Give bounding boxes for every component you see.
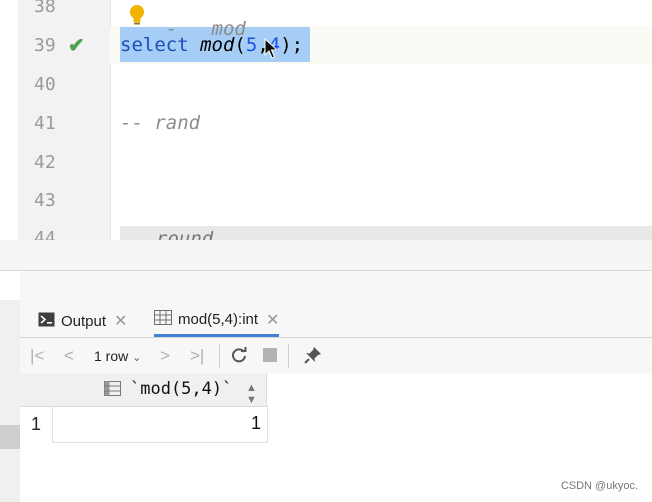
code-line-comment: -- rand bbox=[120, 112, 201, 134]
tool-window-strip-marker[interactable] bbox=[0, 425, 20, 449]
code-line-comment: round bbox=[156, 228, 214, 240]
toolbar-separator bbox=[219, 344, 220, 368]
column-icon bbox=[104, 381, 121, 401]
console-icon bbox=[38, 312, 55, 331]
row-number: 1 bbox=[30, 413, 41, 434]
table-icon bbox=[154, 310, 172, 329]
next-page-icon[interactable]: > bbox=[160, 346, 170, 366]
watermark: CSDN @ukyoc. bbox=[560, 480, 638, 492]
lightbulb-icon[interactable] bbox=[128, 4, 146, 26]
gutter-line: 43 bbox=[34, 190, 56, 211]
toolbar-separator bbox=[288, 344, 289, 368]
row-count-dropdown[interactable]: 1 row ⌄ bbox=[94, 348, 141, 364]
results-tabbar: Output ✕ mod(5,4):int ✕ bbox=[20, 305, 652, 338]
chevron-down-icon: ⌄ bbox=[132, 352, 142, 364]
gutter-line: 44 bbox=[34, 228, 56, 240]
column-header[interactable]: `mod(5,4)` ▲ ▼ bbox=[52, 374, 267, 407]
tab-result-mod[interactable]: mod(5,4):int ✕ bbox=[154, 305, 280, 337]
sort-icon[interactable]: ▲ ▼ bbox=[246, 382, 257, 406]
tab-output[interactable]: Output ✕ bbox=[38, 305, 127, 337]
table-cell[interactable]: 1 bbox=[52, 406, 268, 443]
gutter-line: 40 bbox=[34, 74, 56, 95]
code-editor[interactable]: 38 39 ✔ 40 41 42 43 44 - mod select mod(… bbox=[0, 0, 652, 240]
line-gutter: 38 39 ✔ 40 41 42 43 44 bbox=[18, 0, 111, 240]
close-icon[interactable]: ✕ bbox=[114, 311, 127, 331]
previous-page-icon[interactable]: < bbox=[64, 346, 74, 366]
checkmark-icon: ✔ bbox=[68, 35, 85, 57]
gutter-line-current: 39 ✔ bbox=[34, 35, 85, 57]
tool-window-strip bbox=[0, 300, 21, 502]
gutter-line: 41 bbox=[34, 113, 56, 134]
pin-icon[interactable] bbox=[304, 346, 322, 369]
mouse-cursor-icon bbox=[264, 38, 278, 59]
gutter-line: 38 bbox=[34, 0, 56, 17]
panel-splitter[interactable] bbox=[0, 240, 652, 271]
row-number-header bbox=[20, 374, 52, 407]
refresh-icon[interactable] bbox=[230, 346, 248, 369]
results-panel: Output ✕ mod(5,4):int ✕ |< < 1 row ⌄ > >… bbox=[20, 271, 652, 502]
results-grid[interactable]: `mod(5,4)` ▲ ▼ 1 1 bbox=[20, 374, 652, 502]
last-page-icon[interactable]: >| bbox=[190, 346, 204, 366]
first-page-icon[interactable]: |< bbox=[30, 346, 44, 366]
results-toolbar: |< < 1 row ⌄ > >| bbox=[20, 338, 652, 375]
stop-icon[interactable] bbox=[263, 346, 277, 367]
close-icon[interactable]: ✕ bbox=[266, 310, 279, 330]
gutter-line: 42 bbox=[34, 152, 56, 173]
